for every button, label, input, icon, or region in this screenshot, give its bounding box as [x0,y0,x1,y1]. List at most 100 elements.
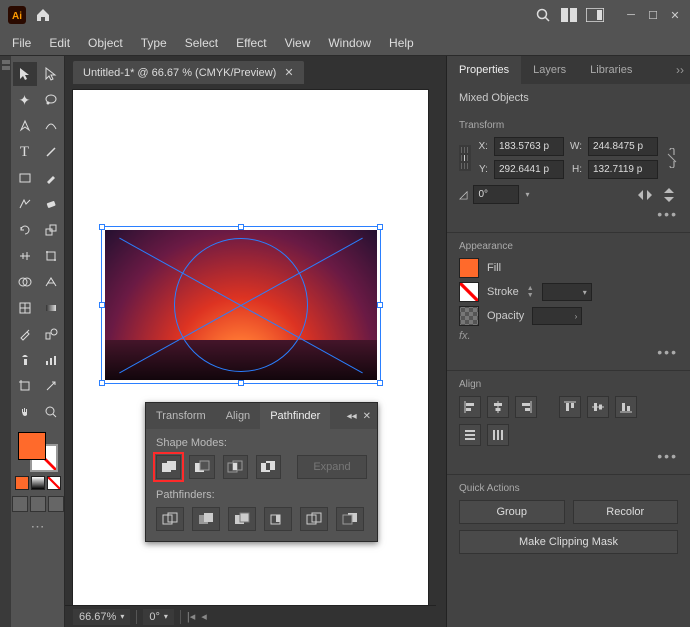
selection-handle[interactable] [99,302,105,308]
window-close-button[interactable]: ✕ [664,5,686,25]
align-right-icon[interactable] [515,396,537,418]
selection-handle[interactable] [377,380,383,386]
w-input[interactable] [588,137,658,156]
menu-help[interactable]: Help [381,33,422,53]
panel-tab-pathfinder[interactable]: Pathfinder [260,403,330,429]
window-minimize-button[interactable]: ─ [620,5,642,25]
slice-tool[interactable] [39,374,63,398]
rectangle-tool[interactable] [13,166,37,190]
fill-color-chip[interactable] [459,258,479,278]
document-tab[interactable]: Untitled-1* @ 66.67 % (CMYK/Preview) ✕ [73,61,304,84]
fill-stroke-swatch[interactable] [18,432,58,472]
color-mode-gradient[interactable] [31,476,45,490]
menu-select[interactable]: Select [177,33,226,53]
pathfinder-minus-back[interactable] [336,507,364,531]
line-segment-tool[interactable] [39,140,63,164]
y-input[interactable] [494,160,564,179]
eyedropper-tool[interactable] [13,322,37,346]
draw-normal[interactable] [12,496,28,512]
transform-more-icon[interactable]: ••• [459,204,678,224]
shaper-tool[interactable] [13,192,37,216]
free-transform-tool[interactable] [39,244,63,268]
draw-inside[interactable] [48,496,64,512]
gradient-tool[interactable] [39,296,63,320]
pathfinder-crop[interactable] [264,507,292,531]
angle-input[interactable] [473,185,519,204]
group-button[interactable]: Group [459,500,565,524]
align-bottom-icon[interactable] [615,396,637,418]
tab-libraries[interactable]: Libraries [578,56,644,84]
paintbrush-tool[interactable] [39,166,63,190]
zoom-field[interactable]: 66.67% ▾ [73,609,130,625]
angle-dropdown-icon[interactable]: ▾ [525,190,529,199]
perspective-grid-tool[interactable] [39,270,63,294]
distribute-horizontal-icon[interactable] [487,424,509,446]
panel-collapse-icon[interactable]: ◂◂ [347,411,357,422]
pen-tool[interactable] [13,114,37,138]
zoom-tool[interactable] [39,400,63,424]
lasso-tool[interactable] [39,88,63,112]
selection-handle[interactable] [377,302,383,308]
distribute-vertical-icon[interactable] [459,424,481,446]
selected-artwork[interactable] [105,230,377,380]
stroke-weight-input[interactable]: ▾ [542,283,592,301]
align-vcenter-icon[interactable] [587,396,609,418]
align-top-icon[interactable] [559,396,581,418]
pathfinder-trim[interactable] [192,507,220,531]
panel-collapse-icon[interactable]: ›› [676,56,690,84]
selection-handle[interactable] [99,380,105,386]
shape-mode-minus-front[interactable] [189,455,214,479]
blend-tool[interactable] [39,322,63,346]
shape-mode-unite[interactable] [156,455,181,479]
flip-horizontal-icon[interactable] [636,186,654,204]
align-more-icon[interactable]: ••• [459,446,678,466]
magic-wand-tool[interactable]: ✦ [13,88,37,112]
selection-handle[interactable] [99,224,105,230]
recolor-button[interactable]: Recolor [573,500,679,524]
canvas-area[interactable]: Transform Align Pathfinder ◂◂ ✕ Shape Mo… [65,84,436,605]
selection-tool[interactable] [13,62,37,86]
width-tool[interactable] [13,244,37,268]
eraser-tool[interactable] [39,192,63,216]
panel-tab-align[interactable]: Align [216,403,260,429]
artboard-nav-prev-icon[interactable]: ◂ [201,610,207,623]
direct-selection-tool[interactable] [39,62,63,86]
arrange-documents-icon[interactable] [556,2,582,28]
h-input[interactable] [588,160,658,179]
column-graph-tool[interactable] [39,348,63,372]
pathfinder-outline[interactable] [300,507,328,531]
menu-type[interactable]: Type [133,33,175,53]
search-icon[interactable] [530,2,556,28]
artboard-tool[interactable] [13,374,37,398]
pathfinder-merge[interactable] [228,507,256,531]
selection-handle[interactable] [238,224,244,230]
fx-label[interactable]: fx. [459,330,678,342]
x-input[interactable] [494,137,564,156]
fill-swatch[interactable] [18,432,46,460]
draw-behind[interactable] [30,496,46,512]
curvature-tool[interactable] [39,114,63,138]
shape-builder-tool[interactable] [13,270,37,294]
stroke-weight-stepper[interactable]: ▲▼ [527,285,534,299]
rotate-view-field[interactable]: 0° ▾ [143,609,174,625]
expand-button[interactable]: Expand [297,455,367,479]
menu-edit[interactable]: Edit [41,33,78,53]
constrain-proportions-icon[interactable] [666,149,678,167]
flip-vertical-icon[interactable] [660,186,678,204]
menu-view[interactable]: View [277,33,319,53]
tab-properties[interactable]: Properties [447,56,521,84]
workspace-switcher-icon[interactable] [582,2,608,28]
edit-toolbar-icon[interactable]: ⋯ [31,518,45,535]
align-left-icon[interactable] [459,396,481,418]
align-hcenter-icon[interactable] [487,396,509,418]
panel-tab-transform[interactable]: Transform [146,403,216,429]
rotate-tool[interactable] [13,218,37,242]
selection-handle[interactable] [377,224,383,230]
appearance-more-icon[interactable]: ••• [459,342,678,362]
selection-handle[interactable] [238,380,244,386]
pathfinder-divide[interactable] [156,507,184,531]
menu-window[interactable]: Window [320,33,379,53]
menu-effect[interactable]: Effect [228,33,274,53]
home-icon[interactable] [30,2,56,28]
opacity-input[interactable]: › [532,307,582,325]
